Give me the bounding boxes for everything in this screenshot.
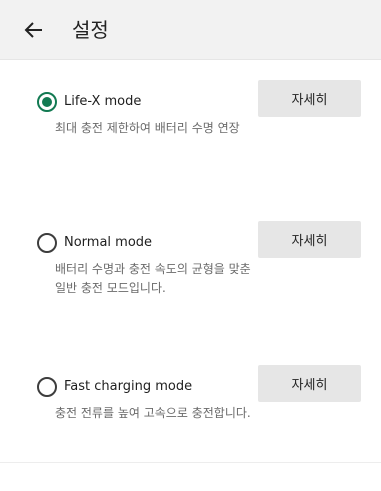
back-button[interactable] xyxy=(20,16,48,44)
radio-normal-mode[interactable] xyxy=(37,233,57,253)
details-button-fast-charging-mode[interactable]: 자세히 xyxy=(258,365,361,402)
option-description: 배터리 수명과 충전 속도의 균형을 맞춘 일반 충전 모드입니다. xyxy=(55,262,251,295)
details-button-life-x-mode[interactable]: 자세히 xyxy=(258,80,361,117)
radio-selected-dot xyxy=(42,97,52,107)
details-button-normal-mode[interactable]: 자세히 xyxy=(258,221,361,258)
settings-content: Life-X mode 최대 충전 제한하여 배터리 수명 연장 자세히 Nor… xyxy=(0,60,381,491)
option-title: Life-X mode xyxy=(64,94,142,109)
page-title: 설정 xyxy=(72,18,109,42)
option-title: Normal mode xyxy=(64,235,153,250)
app-bar: 설정 xyxy=(0,0,381,60)
radio-fast-charging-mode[interactable] xyxy=(37,377,57,397)
option-description: 최대 충전 제한하여 배터리 수명 연장 xyxy=(55,121,240,135)
bottom-divider xyxy=(0,462,381,463)
option-title: Fast charging mode xyxy=(64,379,193,394)
radio-life-x-mode[interactable] xyxy=(37,92,57,112)
arrow-left-icon xyxy=(24,22,42,38)
option-description: 충전 전류를 높여 고속으로 충전합니다. xyxy=(55,406,251,420)
